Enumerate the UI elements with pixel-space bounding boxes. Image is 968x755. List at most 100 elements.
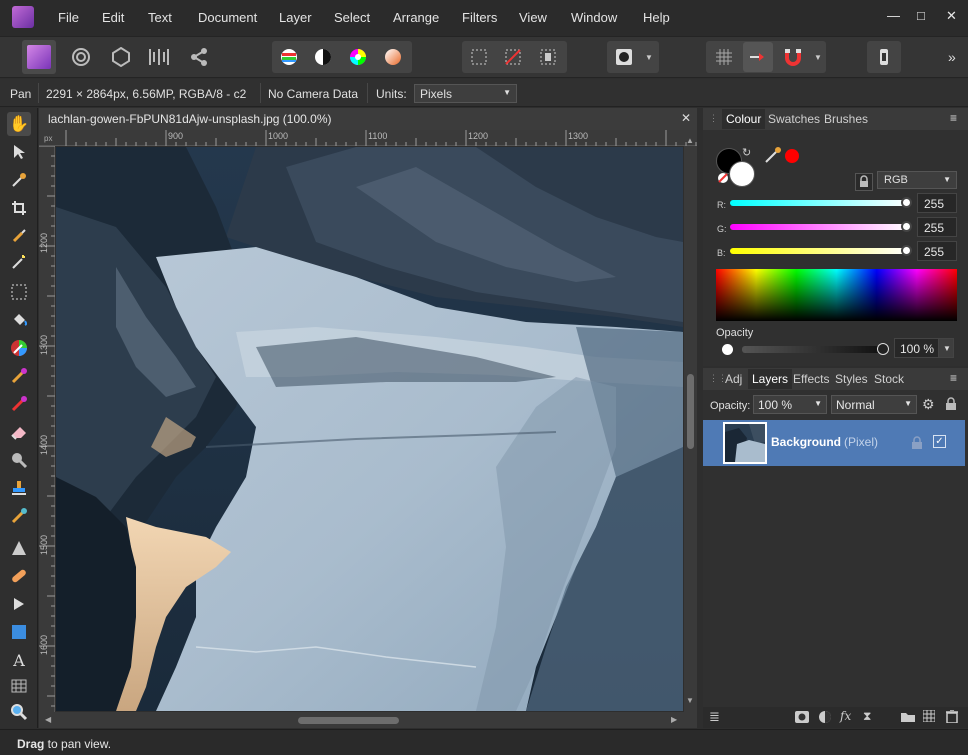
- maximize-button[interactable]: □: [917, 8, 925, 23]
- white-balance-button[interactable]: [308, 42, 338, 72]
- minimize-button[interactable]: —: [887, 8, 900, 23]
- menu-layer[interactable]: Layer: [279, 10, 312, 25]
- assistant-button[interactable]: [709, 42, 739, 72]
- units-select[interactable]: Pixels ▼: [414, 84, 517, 103]
- hsl-button[interactable]: [343, 42, 373, 72]
- colour-spectrum[interactable]: [716, 269, 957, 321]
- view-tool[interactable]: ✋: [7, 112, 31, 136]
- panel-menu-icon[interactable]: ≡: [950, 111, 957, 125]
- menu-window[interactable]: Window: [571, 10, 617, 25]
- red-slider-handle[interactable]: [901, 197, 912, 208]
- horizontal-scroll-thumb[interactable]: [298, 717, 399, 724]
- pixel-tool[interactable]: [7, 364, 31, 388]
- adjustment-icon[interactable]: [818, 710, 832, 724]
- scroll-down-icon[interactable]: ▼: [686, 696, 694, 705]
- scroll-up-icon[interactable]: ▲: [686, 136, 694, 145]
- picked-colour-swatch[interactable]: [785, 149, 799, 163]
- menu-arrange[interactable]: Arrange: [393, 10, 439, 25]
- close-button[interactable]: ✕: [946, 8, 957, 24]
- layer-visibility-checkbox[interactable]: ✓: [933, 435, 946, 448]
- selection-brush-tool[interactable]: [7, 224, 31, 248]
- crop-tool[interactable]: [7, 196, 31, 220]
- blue-slider[interactable]: [730, 248, 908, 254]
- menu-edit[interactable]: Edit: [102, 10, 124, 25]
- tab-layers[interactable]: Layers: [748, 369, 793, 389]
- eyedropper-icon[interactable]: [764, 146, 782, 164]
- green-slider[interactable]: [730, 224, 908, 230]
- rectangle-tool[interactable]: [7, 620, 31, 644]
- flood-select-tool[interactable]: [7, 250, 31, 274]
- blue-value-field[interactable]: 255: [917, 241, 957, 261]
- scroll-left-icon[interactable]: ◀: [45, 715, 51, 724]
- dodge-tool[interactable]: [7, 448, 31, 472]
- vertical-scrollbar[interactable]: ▲ ▼: [684, 136, 697, 712]
- tab-brushes[interactable]: Brushes: [824, 112, 868, 126]
- lock-icon[interactable]: [855, 173, 873, 191]
- select-all-button[interactable]: [464, 42, 494, 72]
- zoom-tool[interactable]: [7, 700, 31, 724]
- no-colour-icon[interactable]: [717, 172, 729, 184]
- move-tool[interactable]: [7, 140, 31, 164]
- clone-brush-tool[interactable]: [7, 476, 31, 500]
- photo-persona-button[interactable]: [22, 40, 56, 74]
- eraser-tool[interactable]: [7, 420, 31, 444]
- levels-button[interactable]: [274, 42, 304, 72]
- marquee-tool[interactable]: [7, 280, 31, 304]
- healing-brush-tool[interactable]: [7, 504, 31, 528]
- paint-brush-tool[interactable]: [7, 336, 31, 360]
- colour-model-select[interactable]: RGB ▼: [877, 171, 957, 189]
- node-tool[interactable]: [7, 592, 31, 616]
- invert-selection-button[interactable]: [533, 42, 563, 72]
- red-value-field[interactable]: 255: [917, 193, 957, 213]
- opacity-slider[interactable]: [742, 346, 882, 353]
- menu-view[interactable]: View: [519, 10, 547, 25]
- menu-text[interactable]: Text: [148, 10, 172, 25]
- mask-icon[interactable]: [795, 711, 809, 723]
- menu-help[interactable]: Help: [643, 10, 670, 25]
- live-filter-icon[interactable]: ⧗: [863, 709, 871, 724]
- gear-icon[interactable]: ⚙: [922, 396, 935, 413]
- menu-select[interactable]: Select: [334, 10, 370, 25]
- lock-icon[interactable]: [944, 397, 958, 411]
- horizontal-scrollbar[interactable]: ◀ ▶: [39, 712, 697, 728]
- toolbar-overflow-button[interactable]: »: [948, 49, 956, 65]
- document-canvas[interactable]: [56, 147, 683, 711]
- tab-adjustments[interactable]: Adj: [725, 372, 742, 386]
- blend-mode-select[interactable]: Normal ▼: [831, 395, 917, 414]
- vertical-scroll-thumb[interactable]: [687, 374, 694, 449]
- blemish-removal-tool[interactable]: [7, 564, 31, 588]
- opacity-slider-handle[interactable]: [877, 343, 889, 355]
- quick-mask-button[interactable]: [609, 42, 639, 72]
- menu-filters[interactable]: Filters: [462, 10, 497, 25]
- snapping-button[interactable]: [778, 42, 808, 72]
- add-pixel-layer-icon[interactable]: [923, 710, 935, 722]
- swap-colours-icon[interactable]: ↻: [742, 146, 751, 159]
- secondary-colour-well[interactable]: [729, 161, 755, 187]
- flood-fill-tool[interactable]: [7, 308, 31, 332]
- document-tab[interactable]: lachlan-gowen-FbPUN81dAjw-unsplash.jpg (…: [39, 108, 697, 130]
- macro-button[interactable]: [869, 42, 899, 72]
- layers-stack-icon[interactable]: ≣: [709, 709, 720, 725]
- develop-persona-button[interactable]: [106, 42, 136, 72]
- green-value-field[interactable]: 255: [917, 217, 957, 237]
- force-pixel-alignment-button[interactable]: [743, 42, 773, 72]
- tone-mapping-persona-button[interactable]: [144, 42, 174, 72]
- fx-icon[interactable]: fx: [840, 709, 851, 723]
- export-persona-button[interactable]: [184, 42, 214, 72]
- panel-menu-icon[interactable]: ≡: [950, 371, 957, 385]
- sharpen-tool[interactable]: [7, 536, 31, 560]
- opacity-value-field[interactable]: 100 %: [894, 338, 942, 358]
- colour-picker-tool[interactable]: [7, 168, 31, 192]
- trash-icon[interactable]: [946, 710, 958, 723]
- tab-stock[interactable]: Stock: [874, 372, 904, 386]
- erase-brush-tool[interactable]: [7, 392, 31, 416]
- red-slider[interactable]: [730, 200, 908, 206]
- opacity-dropdown[interactable]: ▼: [938, 338, 954, 358]
- menu-document[interactable]: Document: [198, 10, 257, 25]
- tab-styles[interactable]: Styles: [835, 372, 868, 386]
- close-document-button[interactable]: ✕: [681, 111, 691, 125]
- quick-mask-dropdown[interactable]: ▼: [641, 42, 657, 72]
- green-slider-handle[interactable]: [901, 221, 912, 232]
- blue-slider-handle[interactable]: [901, 245, 912, 256]
- artistic-text-tool[interactable]: A: [7, 648, 31, 672]
